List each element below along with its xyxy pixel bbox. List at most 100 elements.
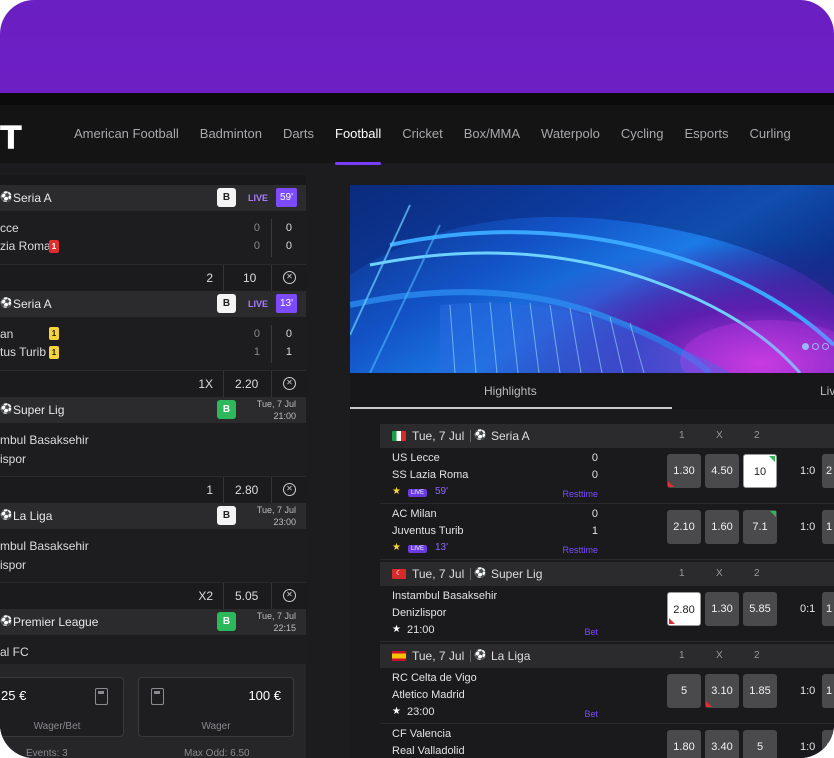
football-icon: ⚽ [474, 430, 487, 441]
match-time: 21:00 [273, 411, 296, 421]
selection: X2 [198, 589, 213, 603]
score-home-ht: 0 [253, 328, 260, 340]
match-status: Bet [584, 709, 598, 719]
handicap-ratio: 1:0 [800, 741, 816, 753]
betslip-match: ⚽ La Liga B Tue, 7 Jul 23:00 mbul Basakse… [0, 503, 306, 610]
match-header: ⚽ Seria A B LIVE 59' [0, 185, 306, 211]
bet-tag: B [217, 188, 236, 207]
tab-highlights[interactable]: Highlights [484, 384, 537, 398]
spain-flag-icon [392, 651, 406, 661]
divider [470, 430, 471, 442]
nav-badminton[interactable]: Badminton [200, 105, 262, 163]
score-away: 0 [285, 240, 292, 252]
nav-esports[interactable]: Esports [684, 105, 728, 163]
nav-box-mma[interactable]: Box/MMA [464, 105, 520, 163]
highlights-panel: Highlights Liv Tue, 7 Jul ⚽ Seria A 1 X … [350, 185, 834, 758]
team-away: Atletico Madrid [392, 689, 465, 701]
nav-cricket[interactable]: Cricket [402, 105, 442, 163]
remove-bet-icon[interactable]: ✕ [283, 271, 296, 284]
wager-field[interactable]: 100 € Wager [138, 677, 294, 737]
extra-odd-button[interactable]: 1 [822, 510, 834, 544]
selection: 1X [198, 377, 213, 391]
wager-bet-amount: 25 € [1, 688, 27, 703]
odd-value: 5.85 [749, 603, 771, 615]
match-minute: 59' [435, 486, 449, 497]
odd-2-button[interactable]: 5 [743, 730, 777, 758]
carousel-dots [802, 343, 829, 350]
league-name: Seria A [13, 191, 52, 205]
score-divider [271, 325, 272, 363]
carousel-dot[interactable] [802, 343, 809, 350]
extra-odd-button[interactable]: 2 [822, 454, 834, 488]
max-odd: Max Odd: 6.50 [184, 748, 250, 758]
remove-bet-icon[interactable]: ✕ [283, 377, 296, 390]
nav-waterpolo[interactable]: Waterpolo [541, 105, 600, 163]
remove-bet-icon[interactable]: ✕ [283, 483, 296, 496]
odd-1-button[interactable]: 5 [667, 674, 701, 708]
odd-x-button[interactable]: 3.10 [705, 674, 739, 708]
score-home: 0 [285, 222, 292, 234]
calculator-icon[interactable] [95, 688, 108, 705]
odd-1-button[interactable]: 2.80 [667, 592, 701, 626]
carousel-dot[interactable] [812, 343, 819, 350]
extra-odd-button[interactable]: 1 [822, 674, 834, 708]
favorite-star-icon[interactable]: ★ [392, 706, 401, 717]
live-label: LIVE [248, 299, 269, 309]
max-odd-label: Max Odd [184, 748, 225, 758]
odd-2-button[interactable]: 5.85 [743, 592, 777, 626]
team-home: Instambul Basaksehir [392, 590, 498, 602]
league-header: Tue, 7 Jul ⚽ La Liga 1 X 2 [380, 644, 834, 668]
team-away: zia Roma [0, 239, 51, 253]
football-icon: ⚽ [0, 510, 13, 521]
odd-x-button[interactable]: 4.50 [705, 454, 739, 488]
match-datetime: Tue, 7 Jul 22:15 [257, 610, 296, 634]
col-1: 1 [679, 650, 685, 661]
league-name: Seria A [13, 297, 52, 311]
odd-1-button[interactable]: 1.80 [667, 730, 701, 758]
odd-1-button[interactable]: 2.10 [667, 510, 701, 544]
favorite-star-icon[interactable]: ★ [392, 542, 401, 553]
odd-2-button[interactable]: 7.1 [743, 510, 777, 544]
promo-banner[interactable] [350, 185, 834, 373]
favorite-star-icon[interactable]: ★ [392, 624, 401, 635]
odd-x-button[interactable]: 3.40 [705, 730, 739, 758]
remove-bet-icon[interactable]: ✕ [283, 589, 296, 602]
logo: T [0, 119, 22, 157]
extra-odd-button[interactable]: 1 [822, 730, 834, 758]
nav-american-football[interactable]: American Football [74, 105, 179, 163]
nav-darts[interactable]: Darts [283, 105, 314, 163]
odd-value: 1.30 [673, 465, 695, 477]
top-navigation-bar: T American Football Badminton Darts Foot… [0, 93, 834, 165]
selection: 1 [206, 483, 213, 497]
extra-odd-button[interactable]: 1 [822, 592, 834, 626]
betslip-match: ⚽ Seria A B LIVE 59' cce zia Roma 1 0 0 … [0, 185, 306, 292]
nav-curling[interactable]: Curling [750, 105, 791, 163]
match-time: 21:00 [407, 624, 435, 636]
team-away: Real Valladolid [392, 745, 465, 757]
score-away-ht: 0 [253, 240, 260, 252]
bet-tag: B [217, 506, 236, 525]
odd-2-button[interactable]: 1.85 [743, 674, 777, 708]
nav-cycling[interactable]: Cycling [621, 105, 664, 163]
calculator-icon[interactable] [151, 688, 164, 705]
odd-x-button[interactable]: 1.30 [705, 592, 739, 626]
handicap-ratio: 1:0 [800, 685, 816, 697]
odd-1-button[interactable]: 1.30 [667, 454, 701, 488]
favorite-star-icon[interactable]: ★ [392, 486, 401, 497]
odd-value: 2.80 [673, 604, 695, 616]
football-icon: ⚽ [474, 650, 487, 661]
match-body: mbul Basaksehir ispor [0, 529, 306, 582]
tab-live[interactable]: Liv [820, 384, 834, 398]
wager-bet-field[interactable]: 25 € Wager/Bet [0, 677, 124, 737]
events-value: 3 [62, 748, 68, 758]
selection: 2 [206, 271, 213, 285]
odd-x-button[interactable]: 1.60 [705, 510, 739, 544]
carousel-dot[interactable] [822, 343, 829, 350]
odd-down-icon [668, 481, 674, 487]
odd-2-button[interactable]: 10 [743, 454, 777, 488]
nav-football[interactable]: Football [335, 105, 382, 165]
yellow-card: 1 [49, 327, 59, 340]
bet-selection: 1 2.80 ✕ [0, 476, 306, 504]
col-1: 1 [679, 568, 685, 579]
match-datetime: Tue, 7 Jul 23:00 [257, 504, 296, 528]
